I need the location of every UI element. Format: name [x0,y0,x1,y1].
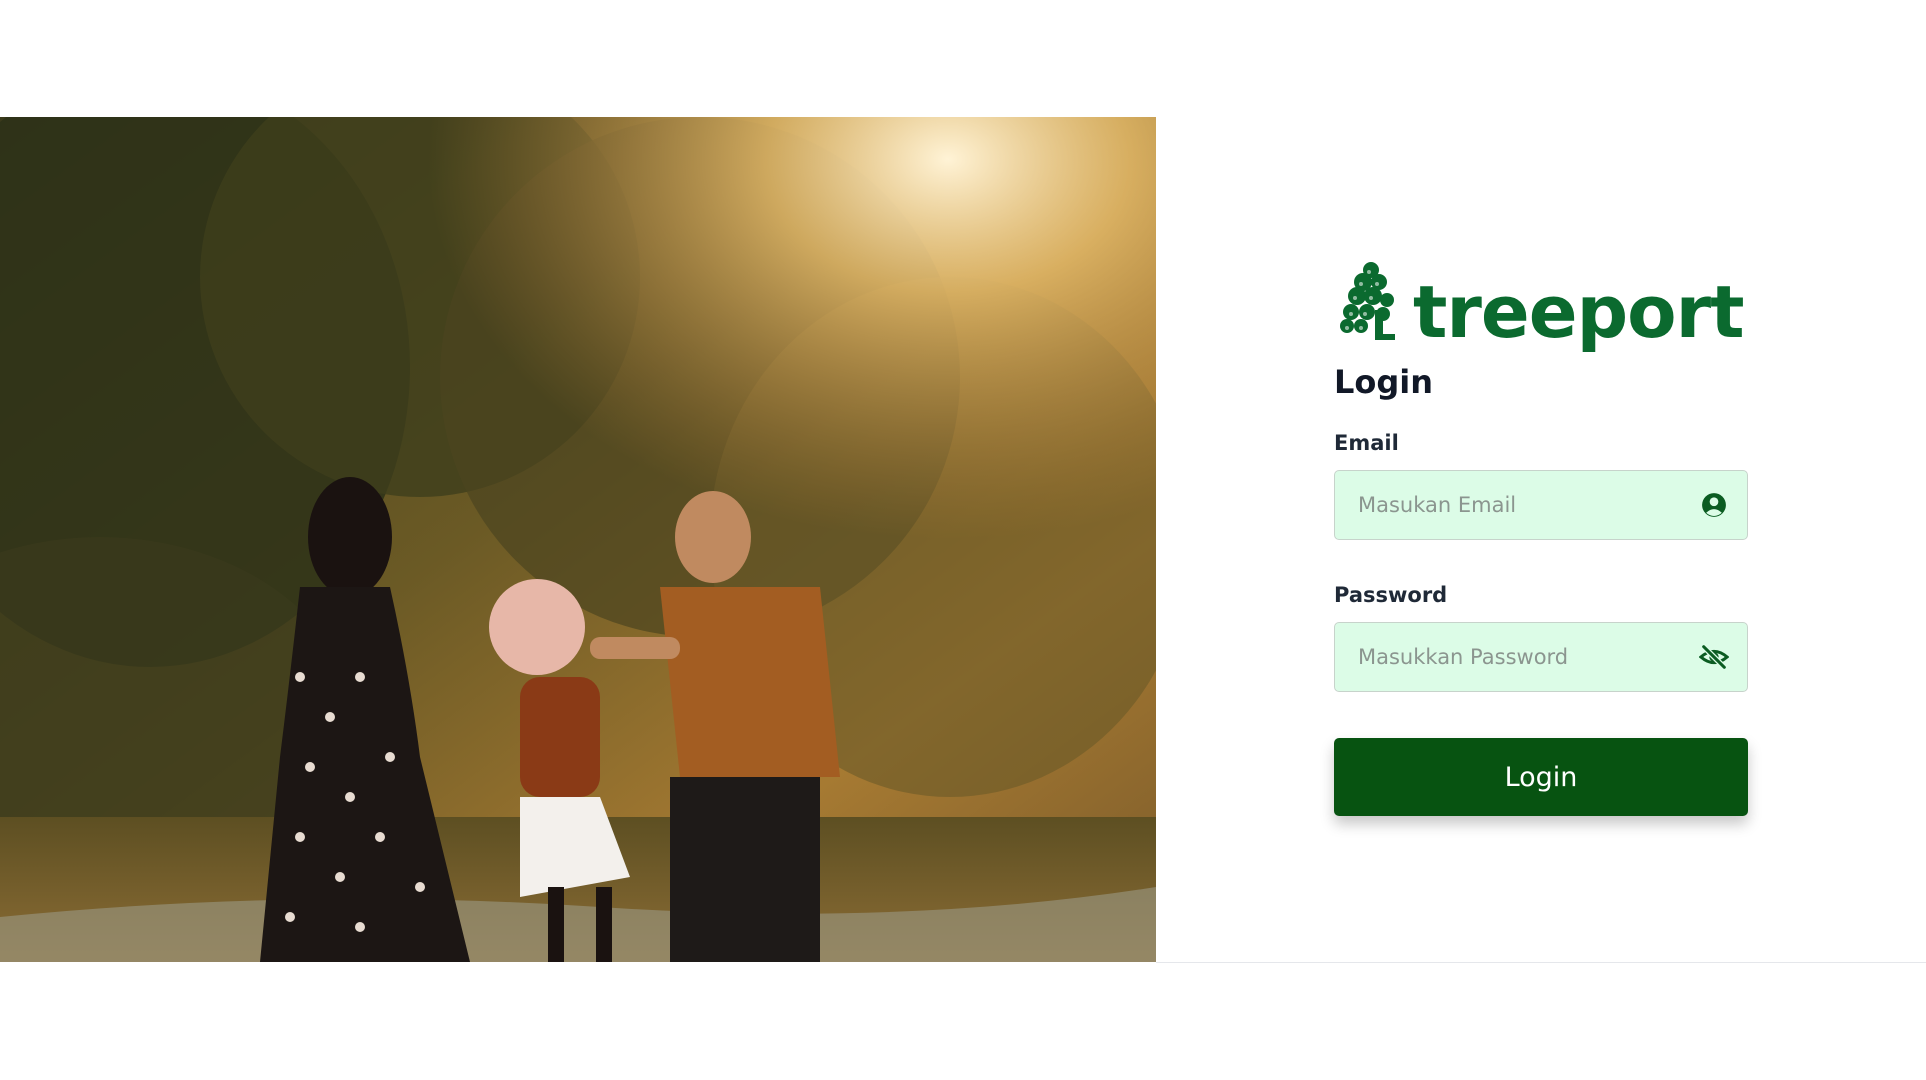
hero-photo [0,117,1156,962]
password-field-wrapper [1334,622,1748,692]
login-panel: treeport Login Email Password [1334,250,1748,816]
login-page: treeport Login Email Password [0,0,1926,1080]
email-field[interactable] [1335,471,1747,539]
page-title: Login [1334,363,1434,401]
login-button[interactable]: Login [1334,738,1748,816]
brand-logo: treeport [1339,250,1748,348]
tree-icon [1340,262,1395,340]
email-label: Email [1334,431,1399,455]
brand-name: treeport [1413,270,1745,354]
password-field[interactable] [1335,623,1747,691]
eye-slash-icon[interactable] [1699,642,1729,672]
email-field-wrapper [1334,470,1748,540]
footer-divider [1156,962,1926,963]
password-label: Password [1334,583,1448,607]
user-circle-icon [1699,490,1729,520]
